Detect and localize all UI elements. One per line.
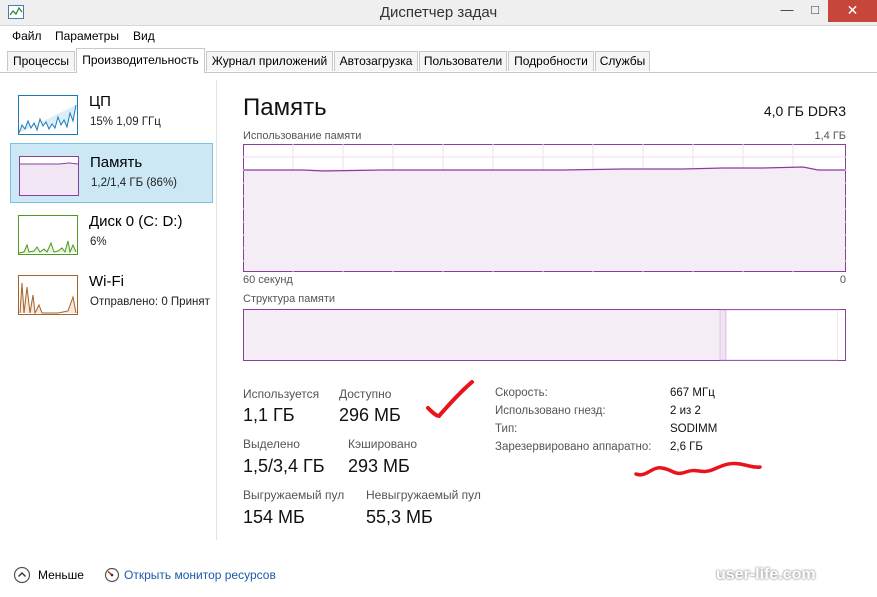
tab-app-history[interactable]: Журнал приложений xyxy=(206,51,333,71)
nonpaged-pool-label: Невыгружаемый пул xyxy=(366,488,481,502)
sidebar-item-value: 6% xyxy=(90,236,107,248)
structure-label: Структура памяти xyxy=(243,293,336,305)
committed-value: 1,5/3,4 ГБ xyxy=(243,456,325,476)
memory-usage-graph xyxy=(243,144,846,272)
chevron-up-circle-icon[interactable] xyxy=(13,566,31,584)
resource-sidebar: ЦП 15% 1,09 ГГц Память 1,2/1,4 ГБ (86%) … xyxy=(0,80,217,540)
reserved-label: Зарезервировано аппаратно: xyxy=(495,441,652,453)
type-label: Тип: xyxy=(495,423,518,435)
sidebar-item-wifi[interactable]: Wi-Fi Отправлено: 0 Принят xyxy=(10,263,213,323)
in-use-value: 1,1 ГБ xyxy=(243,405,295,425)
tab-performance[interactable]: Производительность xyxy=(76,48,205,73)
menu-bar: Файл Параметры Вид xyxy=(0,26,877,48)
sidebar-item-value: 1,2/1,4 ГБ (86%) xyxy=(91,177,178,189)
menu-file[interactable]: Файл xyxy=(12,29,42,43)
tab-details[interactable]: Подробности xyxy=(508,51,594,71)
memory-spec: 4,0 ГБ DDR3 xyxy=(763,103,846,119)
red-checkmark-annotation xyxy=(426,380,474,419)
maximize-button[interactable]: □ xyxy=(804,0,826,22)
open-resource-monitor-link[interactable]: Открыть монитор ресурсов xyxy=(124,568,276,582)
wifi-mini-graph xyxy=(18,275,78,315)
reserved-value: 2,6 ГБ xyxy=(670,441,703,453)
fewer-details-button[interactable]: Меньше xyxy=(38,568,84,582)
in-use-segment xyxy=(244,310,720,360)
nonpaged-pool-value: 55,3 МБ xyxy=(366,507,433,527)
page-title: Память xyxy=(243,94,327,121)
speed-value: 667 МГц xyxy=(670,387,715,399)
memory-composition-bar xyxy=(243,309,846,361)
in-use-label: Используется xyxy=(243,387,320,401)
time-axis-end: 0 xyxy=(839,274,846,286)
slots-value: 2 из 2 xyxy=(670,405,701,417)
sidebar-item-cpu[interactable]: ЦП 15% 1,09 ГГц xyxy=(10,83,213,143)
menu-view[interactable]: Вид xyxy=(133,29,155,43)
paged-pool-label: Выгружаемый пул xyxy=(243,488,345,502)
close-button[interactable]: ✕ xyxy=(828,0,877,22)
tab-startup[interactable]: Автозагрузка xyxy=(334,51,418,71)
tab-bar: Процессы Производительность Журнал прило… xyxy=(0,48,877,73)
resource-monitor-icon xyxy=(104,567,120,583)
usage-graph-label: Использование памяти xyxy=(243,130,362,142)
modified-segment xyxy=(719,309,727,361)
standby-segment xyxy=(725,309,839,361)
usage-graph-max: 1,4 ГБ xyxy=(814,130,846,142)
title-bar: Диспетчер задач — □ ✕ xyxy=(0,0,877,26)
free-segment xyxy=(838,310,845,360)
sidebar-item-value: 15% 1,09 ГГц xyxy=(90,116,161,128)
available-label: Доступно xyxy=(339,387,392,401)
cpu-mini-graph xyxy=(18,95,78,135)
watermark: user-life.com xyxy=(716,566,816,583)
memory-mini-graph xyxy=(19,156,79,196)
paged-pool-value: 154 МБ xyxy=(243,507,305,527)
time-axis-label: 60 секунд xyxy=(243,274,293,286)
sidebar-item-disk[interactable]: Диск 0 (C: D:) 6% xyxy=(10,203,213,263)
red-underline-annotation xyxy=(634,461,762,477)
type-value: SODIMM xyxy=(670,423,718,435)
cached-label: Кэшировано xyxy=(348,437,418,451)
available-value: 296 МБ xyxy=(339,405,401,425)
sidebar-item-label: Диск 0 (C: D:) xyxy=(89,213,183,230)
sidebar-item-label: Wi-Fi xyxy=(89,273,124,290)
disk-mini-graph xyxy=(18,215,78,255)
minimize-button[interactable]: — xyxy=(770,0,804,22)
tab-processes[interactable]: Процессы xyxy=(7,51,75,71)
sidebar-item-value: Отправлено: 0 Принят xyxy=(90,296,210,308)
speed-label: Скорость: xyxy=(495,387,548,399)
menu-options[interactable]: Параметры xyxy=(55,29,119,43)
committed-label: Выделено xyxy=(243,437,300,451)
tab-users[interactable]: Пользователи xyxy=(419,51,507,71)
sidebar-item-memory[interactable]: Память 1,2/1,4 ГБ (86%) xyxy=(10,143,213,203)
cached-value: 293 МБ xyxy=(348,456,410,476)
tab-services[interactable]: Службы xyxy=(595,51,650,71)
window-title: Диспетчер задач xyxy=(379,4,498,21)
sidebar-item-label: Память xyxy=(90,154,143,171)
sidebar-item-label: ЦП xyxy=(89,93,111,110)
slots-label: Использовано гнезд: xyxy=(495,405,606,417)
